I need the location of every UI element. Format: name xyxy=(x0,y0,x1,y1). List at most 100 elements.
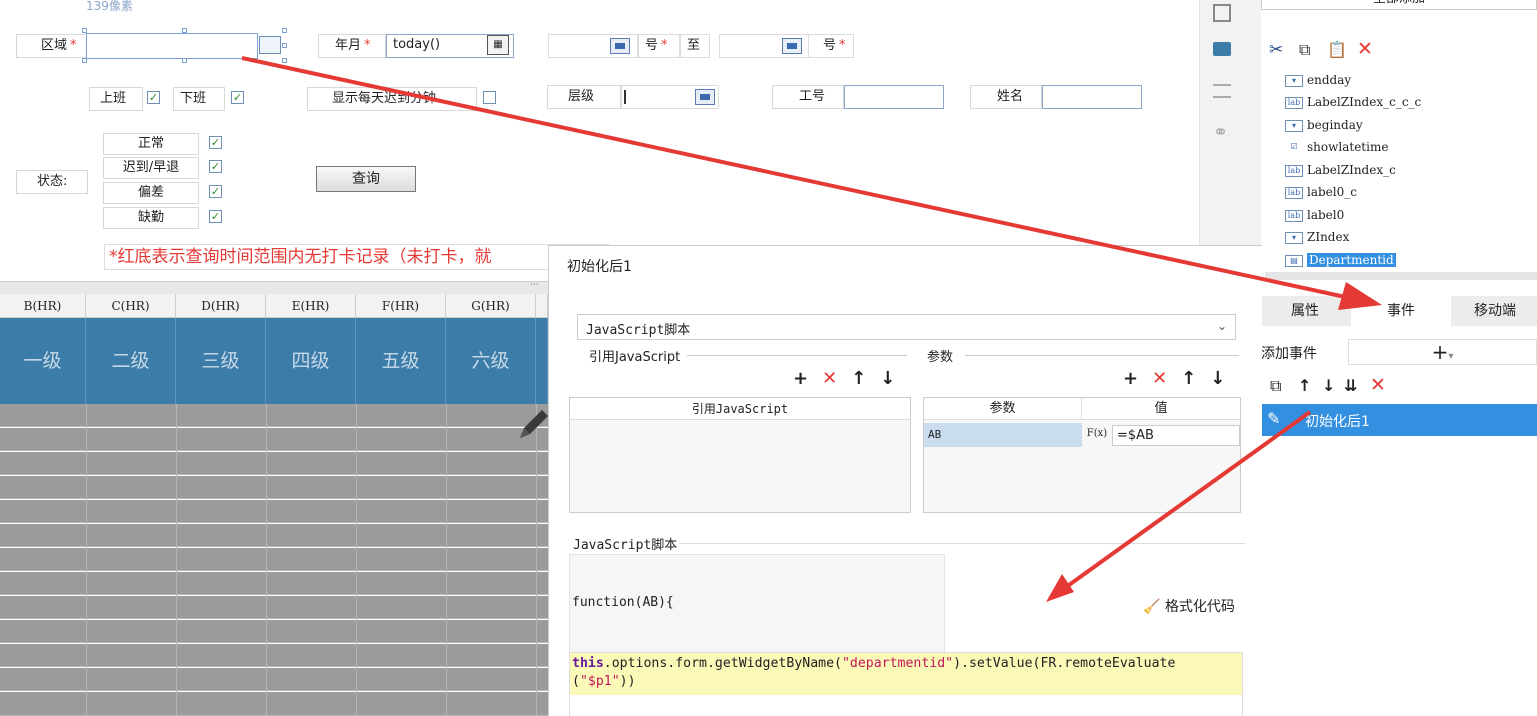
cut-icon[interactable]: ✂ xyxy=(1269,40,1283,60)
square-icon[interactable] xyxy=(1213,4,1231,22)
label-icon: lab xyxy=(1285,186,1303,199)
selection-handles xyxy=(82,28,288,64)
query-button[interactable]: 查询 xyxy=(316,166,416,192)
script-divider xyxy=(679,543,1245,544)
script-section-label: JavaScript脚本 xyxy=(573,538,678,553)
tab-events[interactable]: 事件 xyxy=(1351,296,1451,326)
paste-icon[interactable]: 📋 xyxy=(1327,40,1347,59)
dropdown-icon: ▾ xyxy=(1285,119,1303,132)
ref-js-table[interactable]: 引用JavaScript xyxy=(569,397,911,513)
chevron-down-icon: ⌄ xyxy=(1216,319,1227,333)
arrow-down-icon[interactable]: ↓ xyxy=(1322,376,1335,395)
formula-icon[interactable]: F(x) xyxy=(1084,423,1110,447)
top-note: 139像素 xyxy=(86,0,133,13)
col-header[interactable]: F(HR) xyxy=(356,294,446,318)
param-col-header: 参数 xyxy=(924,398,1082,420)
status-item-absent: 缺勤 xyxy=(103,207,199,229)
tree-item[interactable]: lab LabelZIndex_c xyxy=(1285,159,1396,181)
status-label: 状态: xyxy=(16,170,88,194)
tree-item[interactable]: lab label0 xyxy=(1285,204,1344,226)
side-toolbar: ⚭ xyxy=(1199,0,1261,245)
link-icon[interactable]: ⚭ xyxy=(1213,122,1228,143)
tab-mobile[interactable]: 移动端 xyxy=(1453,296,1537,326)
params-toolbar: + ✕ ↑ ↓ xyxy=(1109,368,1225,389)
tab-properties[interactable]: 属性 xyxy=(1261,296,1349,326)
dropdown-icon: ▾ xyxy=(1285,74,1303,87)
tree-item-selected[interactable]: ▤ Departmentid xyxy=(1285,249,1396,271)
copy-icon[interactable]: ⧉ xyxy=(1299,40,1310,60)
level-cell[interactable]: 三级 xyxy=(176,318,266,404)
delete-icon[interactable]: ✕ xyxy=(1152,368,1167,389)
level-cell[interactable]: 二级 xyxy=(86,318,176,404)
jobno-input[interactable] xyxy=(844,85,944,109)
status-absent-checkbox[interactable]: ✓ xyxy=(209,210,222,223)
tree-item[interactable]: ▾ beginday xyxy=(1285,114,1363,136)
tree-item[interactable]: ☑ showlatetime xyxy=(1285,136,1388,158)
onduty-checkbox[interactable]: ✓ xyxy=(147,91,160,104)
splitter[interactable] xyxy=(0,281,548,294)
level-label: 层级 xyxy=(547,85,621,109)
level-cell[interactable]: 五级 xyxy=(356,318,446,404)
copy-icon[interactable]: ⧉ xyxy=(1270,376,1281,396)
palette-divider xyxy=(1265,272,1537,280)
end-day-dropdown-icon[interactable] xyxy=(782,38,802,54)
col-header[interactable]: D(HR) xyxy=(176,294,266,318)
col-header[interactable]: E(HR) xyxy=(266,294,356,318)
params-divider xyxy=(965,355,1239,356)
col-header[interactable]: B(HR) xyxy=(0,294,86,318)
function-signature-box: function(AB){ xyxy=(569,554,945,654)
tree-item[interactable]: ▾ ZIndex xyxy=(1285,226,1349,248)
add-all-button[interactable]: 全部添加 xyxy=(1261,0,1537,10)
param-name-cell[interactable]: AB xyxy=(924,423,1082,447)
arrow-down-icon[interactable]: ↓ xyxy=(1210,368,1225,389)
calendar-icon[interactable]: ▦ xyxy=(487,35,509,55)
param-value-input[interactable]: =$AB xyxy=(1112,425,1240,446)
tree-item[interactable]: lab label0_c xyxy=(1285,181,1357,203)
event-item-selected[interactable]: ✎ 初始化后1 xyxy=(1261,404,1537,436)
day-label-2: 号 * xyxy=(808,34,854,58)
status-item-late: 迟到/早退 xyxy=(103,157,199,179)
level-cell[interactable]: 四级 xyxy=(266,318,356,404)
col-header[interactable]: G(HR) xyxy=(446,294,536,318)
params-table[interactable]: 参数 值 AB F(x) =$AB xyxy=(923,397,1241,513)
delete-icon[interactable]: ✕ xyxy=(1357,38,1373,60)
add-event-button[interactable]: +▾ xyxy=(1348,339,1537,365)
ref-js-col-header: 引用JavaScript xyxy=(570,398,910,420)
tree-item[interactable]: lab LabelZIndex_c_c_c xyxy=(1285,91,1421,113)
offduty-checkbox[interactable]: ✓ xyxy=(231,91,244,104)
sort-icon[interactable]: ⇊ xyxy=(1344,376,1357,395)
add-icon[interactable]: + xyxy=(1123,368,1138,389)
begin-day-dropdown-icon[interactable] xyxy=(610,38,630,54)
name-input[interactable] xyxy=(1042,85,1142,109)
arrow-down-icon[interactable]: ↓ xyxy=(880,368,895,389)
arrow-up-icon[interactable]: ↑ xyxy=(1181,368,1196,389)
code-editor[interactable]: this.options.form.getWidgetByName("depar… xyxy=(569,652,1243,716)
arrow-up-icon[interactable]: ↑ xyxy=(1298,376,1311,395)
yearmonth-label: 年月 * xyxy=(318,34,386,58)
status-late-checkbox[interactable]: ✓ xyxy=(209,160,222,173)
show-late-checkbox[interactable] xyxy=(483,91,496,104)
level-cell[interactable]: 六级 xyxy=(446,318,536,404)
level-dropdown-icon[interactable] xyxy=(695,89,715,105)
tree-item[interactable]: ▾ endday xyxy=(1285,69,1351,91)
col-header[interactable]: C(HR) xyxy=(86,294,176,318)
properties-tabs: 属性 事件 移动端 xyxy=(1261,296,1537,326)
event-editor-dialog: 初始化后1 JavaScript脚本 ⌄ 引用JavaScript 参数 + ✕ ↑… xyxy=(548,245,1262,716)
add-icon[interactable]: + xyxy=(793,368,808,389)
widget-icon[interactable] xyxy=(1213,42,1231,56)
delete-icon[interactable]: ✕ xyxy=(822,368,837,389)
layout-icon[interactable] xyxy=(1213,84,1231,98)
name-label: 姓名 xyxy=(970,85,1042,109)
params-label: 参数 xyxy=(927,350,954,365)
script-type-select[interactable]: JavaScript脚本 ⌄ xyxy=(577,314,1236,340)
delete-icon[interactable]: ✕ xyxy=(1370,374,1386,396)
code-line-2: ("$p1")) xyxy=(572,674,636,689)
format-code-button[interactable]: 🧹 格式化代码 xyxy=(1143,596,1235,616)
level-cell-blank xyxy=(536,318,548,404)
arrow-up-icon[interactable]: ↑ xyxy=(851,368,866,389)
day-label-1: 号 * xyxy=(638,34,680,58)
status-deviation-checkbox[interactable]: ✓ xyxy=(209,185,222,198)
level-cell[interactable]: 一级 xyxy=(0,318,86,404)
red-note: *红底表示查询时间范围内无打卡记录（未打卡，就 xyxy=(104,244,609,270)
status-normal-checkbox[interactable]: ✓ xyxy=(209,136,222,149)
